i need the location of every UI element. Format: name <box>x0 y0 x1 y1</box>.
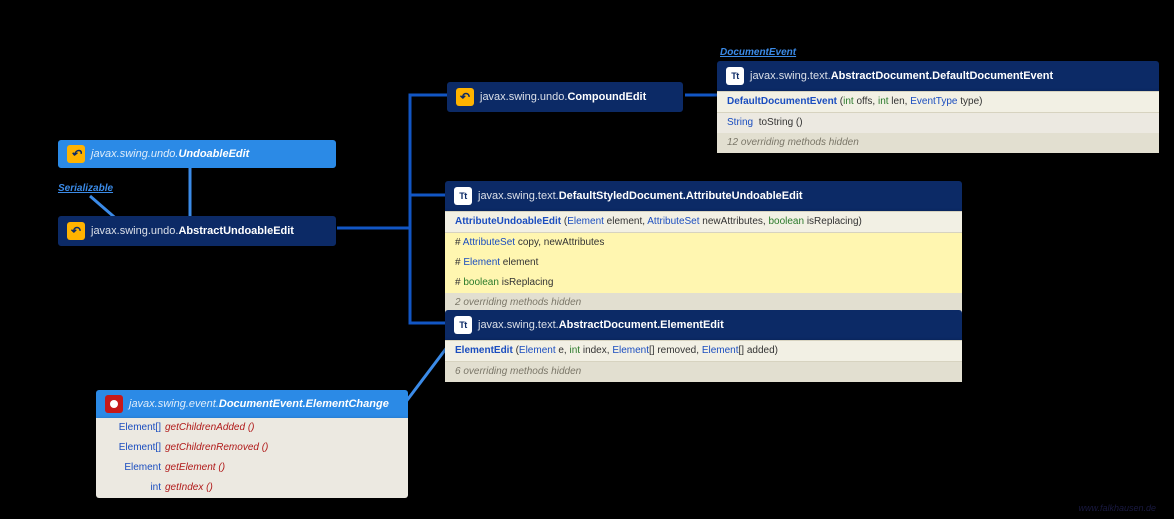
constructor-row: DefaultDocumentEvent (int offs, int len,… <box>717 91 1159 113</box>
class-name: DefaultStyledDocument.AttributeUndoableE… <box>559 190 803 202</box>
node-undoable-edit[interactable]: ↶ javax.swing.undo.UndoableEdit <box>58 140 336 168</box>
ball-icon <box>105 395 123 413</box>
constructor-row: ElementEdit (Element e, int index, Eleme… <box>445 340 962 362</box>
text-icon: Tt <box>454 187 472 205</box>
field-row: # Element element <box>445 253 962 273</box>
field-row: # AttributeSet copy, newAttributes <box>445 233 962 253</box>
canvas: Serializable DocumentEvent ↶ javax.swing… <box>0 0 1174 519</box>
class-name: DocumentEvent.ElementChange <box>219 398 389 410</box>
header: Tt javax.swing.text.DefaultStyledDocumen… <box>445 181 962 211</box>
label-documentevent[interactable]: DocumentEvent <box>720 47 796 58</box>
constructor-row: AttributeUndoableEdit (Element element, … <box>445 211 962 233</box>
package-label: javax.swing.text. <box>750 70 831 82</box>
package-label: javax.swing.text. <box>478 190 559 202</box>
text-icon: Tt <box>726 67 744 85</box>
header: Tt javax.swing.text.AbstractDocument.Ele… <box>445 310 962 340</box>
class-name: CompoundEdit <box>567 91 646 103</box>
node-element-edit[interactable]: Tt javax.swing.text.AbstractDocument.Ele… <box>445 310 962 382</box>
undo-icon: ↶ <box>67 222 85 240</box>
hidden-note: 6 overriding methods hidden <box>445 362 962 382</box>
label-serializable[interactable]: Serializable <box>58 183 113 194</box>
watermark: www.falkhausen.de <box>1078 503 1156 513</box>
field-row: # boolean isReplacing <box>445 273 962 293</box>
class-name: UndoableEdit <box>178 148 249 160</box>
package-label: javax.swing.undo. <box>91 148 178 160</box>
body: ElementEdit (Element e, int index, Eleme… <box>445 340 962 382</box>
class-name: AbstractDocument.DefaultDocumentEvent <box>831 70 1053 82</box>
class-name: AbstractDocument.ElementEdit <box>559 319 724 331</box>
node-compound-edit[interactable]: ↶ javax.swing.undo.CompoundEdit <box>447 82 683 112</box>
node-element-change[interactable]: javax.swing.event.DocumentEvent.ElementC… <box>96 390 408 498</box>
header: ↶ javax.swing.undo.AbstractUndoableEdit <box>58 216 336 246</box>
header: javax.swing.event.DocumentEvent.ElementC… <box>96 390 408 418</box>
method-row: Element[]getChildrenAdded () <box>96 418 408 438</box>
body: DefaultDocumentEvent (int offs, int len,… <box>717 91 1159 153</box>
body: Element[]getChildrenAdded () Element[]ge… <box>96 418 408 498</box>
undo-icon: ↶ <box>67 145 85 163</box>
header: ↶ javax.swing.undo.CompoundEdit <box>447 82 683 112</box>
undo-icon: ↶ <box>456 88 474 106</box>
method-row: String toString () <box>717 113 1159 133</box>
class-name: AbstractUndoableEdit <box>178 225 294 237</box>
method-row: Element[]getChildrenRemoved () <box>96 438 408 458</box>
header: ↶ javax.swing.undo.UndoableEdit <box>58 140 336 168</box>
node-default-document-event[interactable]: Tt javax.swing.text.AbstractDocument.Def… <box>717 61 1159 153</box>
body: AttributeUndoableEdit (Element element, … <box>445 211 962 313</box>
text-icon: Tt <box>454 316 472 334</box>
header: Tt javax.swing.text.AbstractDocument.Def… <box>717 61 1159 91</box>
hidden-note: 12 overriding methods hidden <box>717 133 1159 153</box>
package-label: javax.swing.undo. <box>480 91 567 103</box>
method-row: intgetIndex () <box>96 478 408 498</box>
method-row: ElementgetElement () <box>96 458 408 478</box>
package-label: javax.swing.event. <box>129 398 219 410</box>
package-label: javax.swing.text. <box>478 319 559 331</box>
node-abstract-undoable-edit[interactable]: ↶ javax.swing.undo.AbstractUndoableEdit <box>58 216 336 246</box>
node-attribute-undoable-edit[interactable]: Tt javax.swing.text.DefaultStyledDocumen… <box>445 181 962 313</box>
package-label: javax.swing.undo. <box>91 225 178 237</box>
